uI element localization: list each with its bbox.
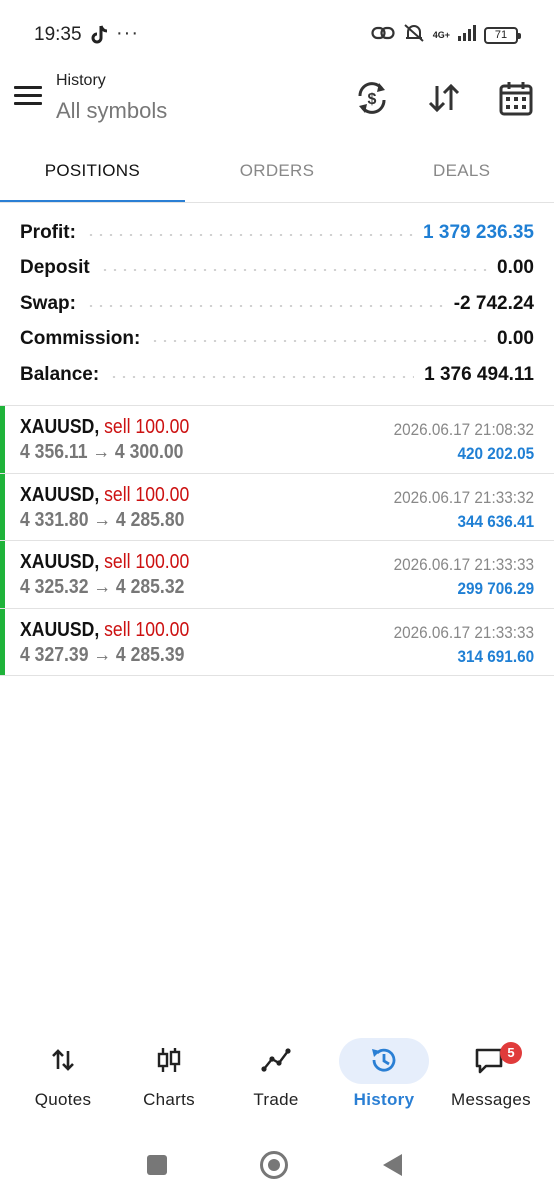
- back-icon[interactable]: [383, 1154, 402, 1176]
- nav-quotes[interactable]: Quotes: [8, 1036, 118, 1110]
- app-screen: 19:35 ··· 4G+ 71 History All symbols $ P…: [0, 0, 554, 1200]
- position-datetime: 2026.06.17 21:33:32: [393, 487, 534, 507]
- position-prices: 4 325.32 → 4 285.32: [20, 576, 185, 598]
- nav-trade[interactable]: Trade: [221, 1036, 331, 1110]
- position-side: sell 100.00: [104, 618, 190, 641]
- tabs-divider: [0, 202, 554, 203]
- page-title: History: [56, 72, 106, 89]
- nav-messages[interactable]: 5 Messages: [436, 1036, 546, 1110]
- position-side: sell 100.00: [104, 416, 190, 438]
- symbol-filter[interactable]: All symbols: [56, 98, 167, 124]
- summary-row-swap: Swap: -2 742.24: [0, 286, 554, 322]
- position-profit: 314 691.60: [457, 646, 534, 666]
- summary-label: Deposit: [20, 257, 90, 279]
- status-bar: 19:35 ··· 4G+ 71: [0, 0, 554, 70]
- position-profit: 420 202.05: [457, 444, 534, 463]
- position-prices: 4 356.11 → 4 300.00: [20, 441, 184, 463]
- positions-list: XAUUSD, sell 100.00 4 356.11 → 4 300.00 …: [0, 406, 554, 676]
- summary-row-balance: Balance: 1 376 494.11: [0, 357, 554, 393]
- tab-deals[interactable]: DEALS: [369, 145, 554, 203]
- nav-label: Charts: [143, 1090, 195, 1109]
- position-row[interactable]: XAUUSD, sell 100.00 4 331.80 → 4 285.80 …: [0, 473, 554, 541]
- trade-icon: [221, 1036, 331, 1084]
- app-header: History All symbols $: [0, 70, 554, 145]
- dotted-leader: [85, 304, 444, 307]
- summary-label: Commission:: [20, 328, 141, 350]
- position-row[interactable]: XAUUSD, sell 100.00 4 327.39 → 4 285.39 …: [0, 608, 554, 676]
- currency-refresh-icon[interactable]: $: [352, 78, 392, 118]
- quotes-icon: [8, 1036, 118, 1084]
- menu-icon[interactable]: [14, 86, 42, 110]
- messages-icon: 5: [436, 1036, 546, 1084]
- position-title: XAUUSD, sell 100.00: [20, 619, 189, 642]
- history-icon: [329, 1036, 439, 1084]
- nav-label: History: [353, 1090, 415, 1109]
- link-icon: [371, 24, 395, 47]
- dotted-leader: [85, 233, 414, 236]
- position-indicator-bar: [0, 406, 5, 473]
- status-icons: 4G+ 71: [371, 23, 521, 48]
- position-title: XAUUSD, sell 100.00: [20, 551, 189, 574]
- summary-panel: Profit: 1 379 236.35 Deposit 0.00 Swap: …: [0, 215, 554, 393]
- position-title: XAUUSD, sell 100.00: [20, 416, 189, 439]
- position-datetime: 2026.06.17 21:33:33: [393, 622, 534, 642]
- position-symbol: XAUUSD,: [20, 618, 100, 641]
- position-row[interactable]: XAUUSD, sell 100.00 4 325.32 → 4 285.32 …: [0, 541, 554, 609]
- position-side: sell 100.00: [104, 551, 190, 573]
- summary-value: 1 379 236.35: [423, 221, 534, 243]
- sort-icon[interactable]: [424, 78, 464, 118]
- position-row[interactable]: XAUUSD, sell 100.00 4 356.11 → 4 300.00 …: [0, 406, 554, 474]
- tab-positions[interactable]: POSITIONS: [0, 145, 185, 203]
- position-side: sell 100.00: [104, 483, 190, 506]
- position-prices: 4 331.80 → 4 285.80: [20, 508, 185, 531]
- more-notifications-icon: ···: [116, 22, 139, 44]
- position-indicator-bar: [0, 473, 5, 540]
- position-indicator-bar: [0, 541, 5, 608]
- charts-icon: [114, 1036, 224, 1084]
- position-profit: 299 706.29: [457, 579, 534, 598]
- position-datetime: 2026.06.17 21:33:33: [393, 555, 534, 574]
- status-time: 19:35: [34, 24, 82, 45]
- svg-text:$: $: [368, 91, 377, 108]
- position-title: XAUUSD, sell 100.00: [20, 484, 189, 507]
- summary-value: 0.00: [497, 328, 534, 350]
- dotted-leader: [99, 269, 488, 272]
- tab-orders[interactable]: ORDERS: [185, 145, 370, 203]
- summary-label: Profit:: [20, 221, 76, 243]
- bottom-navigation: Quotes Charts Trade History 5 Messages: [0, 1036, 554, 1126]
- home-icon[interactable]: [260, 1151, 288, 1179]
- recents-icon[interactable]: [147, 1155, 167, 1175]
- nav-label: Messages: [451, 1090, 531, 1109]
- position-symbol: XAUUSD,: [20, 483, 100, 506]
- dotted-leader: [109, 375, 415, 378]
- position-indicator-bar: [0, 608, 5, 675]
- tiktok-icon: [90, 24, 110, 51]
- summary-value: 1 376 494.11: [424, 363, 534, 385]
- calendar-icon[interactable]: [496, 78, 536, 118]
- unread-badge: 5: [500, 1042, 522, 1064]
- system-navigation-bar: [0, 1140, 554, 1190]
- summary-row-profit: Profit: 1 379 236.35: [0, 215, 554, 251]
- dotted-leader: [150, 340, 488, 343]
- nav-history[interactable]: History: [329, 1036, 439, 1110]
- nav-label: Quotes: [34, 1090, 92, 1109]
- position-profit: 344 636.41: [457, 511, 534, 531]
- summary-value: -2 742.24: [453, 292, 534, 314]
- position-symbol: XAUUSD,: [20, 416, 100, 438]
- position-datetime: 2026.06.17 21:08:32: [393, 420, 534, 439]
- signal-icon: [458, 25, 476, 46]
- summary-row-deposit: Deposit 0.00: [0, 251, 554, 287]
- battery-indicator: 71: [484, 27, 521, 44]
- position-symbol: XAUUSD,: [20, 551, 100, 573]
- muted-bell-icon: [403, 23, 425, 48]
- summary-label: Balance:: [20, 363, 100, 385]
- summary-label: Swap:: [20, 292, 76, 314]
- summary-value: 0.00: [497, 257, 534, 279]
- network-type: 4G+: [432, 30, 450, 40]
- position-prices: 4 327.39 → 4 285.39: [20, 643, 185, 666]
- nav-label: Trade: [253, 1090, 299, 1109]
- history-tabs: POSITIONS ORDERS DEALS: [0, 145, 554, 203]
- summary-row-commission: Commission: 0.00: [0, 322, 554, 358]
- nav-charts[interactable]: Charts: [114, 1036, 224, 1110]
